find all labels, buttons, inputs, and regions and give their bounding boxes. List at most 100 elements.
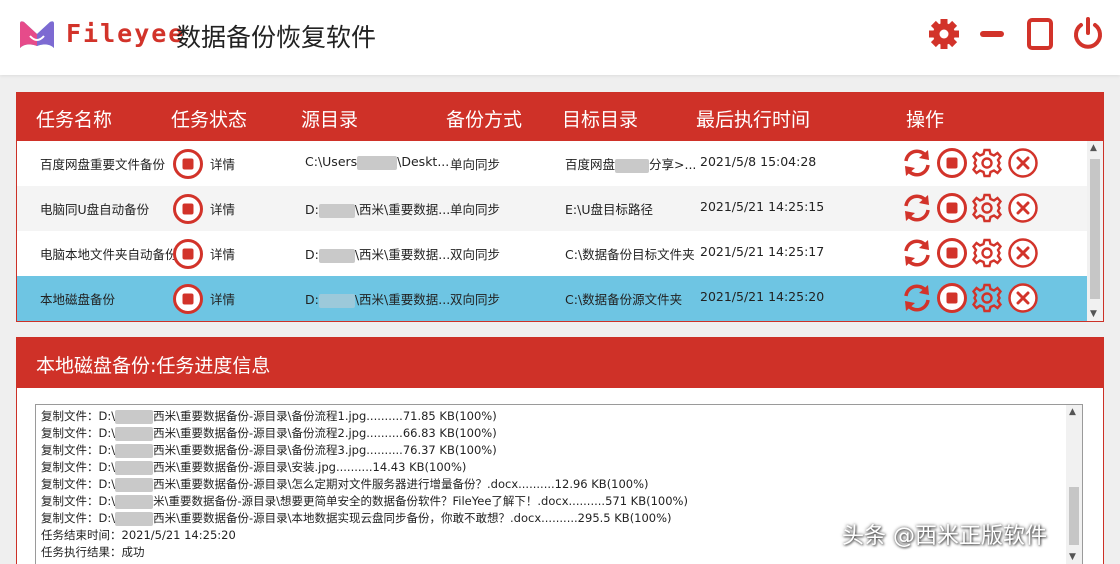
backup-mode: 双向同步 — [450, 247, 501, 262]
redacted-blur — [115, 409, 154, 424]
log-line-text: 西米\重要数据备份-源目录\怎么定期对文件服务器进行增量备份？.docx....… — [153, 477, 649, 491]
maximize-icon[interactable] — [1022, 16, 1058, 52]
log-line: 复制文件：D:\ 西米\重要数据备份-源目录\备份流程3.jpg.........… — [41, 442, 497, 458]
col-header-mode: 备份方式 — [446, 109, 523, 131]
status-detail-link[interactable]: 详情 — [210, 244, 235, 263]
last-run-time: 2021/5/8 15:04:28 — [700, 154, 817, 169]
last-run-time: 2021/5/21 14:25:15 — [700, 199, 825, 214]
watermark: 头条 @西米正版软件 — [842, 524, 1047, 549]
log-line: 复制文件：D:\ 西米\重要数据备份-源目录\备份流程1.jpg.........… — [41, 408, 497, 424]
log-line-text: 西米\重要数据备份-源目录\备份流程3.jpg..........76.37 K… — [153, 443, 497, 457]
log-line: 复制文件：D:\ 西米\重要数据备份-源目录\本地数据实现云盘同步备份，你敢不敢想… — [41, 510, 672, 526]
log-scrollbar[interactable]: ▲ ▼ — [1066, 405, 1082, 564]
power-icon[interactable] — [1070, 16, 1106, 52]
sync-icon[interactable] — [901, 237, 933, 269]
scroll-thumb[interactable] — [1069, 487, 1079, 545]
col-header-status: 任务状态 — [171, 109, 248, 131]
delete-icon[interactable] — [1007, 147, 1039, 179]
table-header: 任务名称 任务状态 源目录 备份方式 目标目录 最后执行时间 操作 — [17, 93, 1103, 141]
status-detail-link[interactable]: 详情 — [210, 199, 235, 218]
backup-mode: 单向同步 — [450, 157, 501, 172]
scroll-thumb[interactable] — [1090, 159, 1100, 299]
scroll-up-arrow-icon[interactable]: ▲ — [1090, 143, 1097, 153]
minimize-icon[interactable] — [974, 16, 1010, 52]
stop-status-icon[interactable] — [172, 193, 204, 225]
delete-icon[interactable] — [1007, 282, 1039, 314]
table-row[interactable]: 电脑本地文件夹自动备份 详情 D: \西米\重要数据... 双向同步 C:\数据备… — [17, 231, 1087, 276]
scroll-up-arrow-icon[interactable]: ▲ — [1069, 407, 1076, 417]
log-line: 复制文件：D:\ 西米\重要数据备份-源目录\怎么定期对文件服务器进行增量备份？.… — [41, 476, 649, 492]
sync-icon[interactable] — [901, 192, 933, 224]
stop-icon[interactable] — [936, 237, 968, 269]
task-name: 本地磁盘备份 — [40, 292, 116, 307]
table-row[interactable]: 电脑同U盘自动备份 详情 D: \西米\重要数据... 单向同步 E:\U盘目标路… — [17, 186, 1087, 231]
backup-mode: 双向同步 — [450, 292, 501, 307]
redacted-blur — [115, 477, 154, 492]
redacted-blur — [115, 443, 154, 458]
title-bar: Fileyee 数据备份恢复软件 — [0, 0, 1120, 75]
progress-title: 本地磁盘备份:任务进度信息 — [36, 355, 271, 377]
last-run-time: 2021/5/21 14:25:20 — [700, 289, 825, 304]
stop-status-icon[interactable] — [172, 238, 204, 270]
settings-icon[interactable] — [971, 237, 1003, 269]
log-line-prefix: 复制文件：D:\ — [41, 460, 116, 474]
source-dir-part: C:\Users — [305, 154, 358, 169]
redacted-blur — [115, 494, 154, 509]
stop-status-icon[interactable] — [172, 283, 204, 315]
progress-header: 本地磁盘备份:任务进度信息 — [17, 338, 1103, 388]
settings-icon[interactable] — [971, 282, 1003, 314]
log-line-prefix: 复制文件：D:\ — [41, 409, 116, 423]
settings-icon[interactable] — [971, 192, 1003, 224]
task-table: 任务名称 任务状态 源目录 备份方式 目标目录 最后执行时间 操作 百度网盘重要… — [16, 92, 1104, 322]
target-dir: C:\数据备份目标文件夹 — [565, 247, 695, 262]
redacted-blur — [115, 511, 154, 526]
table-scrollbar[interactable]: ▲ ▼ — [1087, 141, 1103, 321]
target-dir-part: 分享>... — [649, 157, 697, 172]
source-dir-part: \西米\重要数据... — [354, 292, 451, 307]
table-row-selected[interactable]: 本地磁盘备份 详情 D: \西米\重要数据... 双向同步 C:\数据备份源文件夹… — [17, 276, 1087, 321]
gear-icon[interactable] — [926, 16, 962, 52]
delete-icon[interactable] — [1007, 237, 1039, 269]
status-detail-link[interactable]: 详情 — [210, 154, 235, 173]
log-line-result: 任务执行结果：成功 — [41, 545, 145, 559]
source-dir-part: \西米\重要数据... — [354, 202, 451, 217]
stop-status-icon[interactable] — [172, 148, 204, 180]
log-line-prefix: 复制文件：D:\ — [41, 443, 116, 457]
delete-icon[interactable] — [1007, 192, 1039, 224]
scroll-down-arrow-icon[interactable]: ▼ — [1090, 309, 1097, 319]
log-line-text: 米\重要数据备份-源目录\想要更简单安全的数据备份软件？FileYee了解下！.… — [153, 494, 688, 508]
stop-icon[interactable] — [936, 192, 968, 224]
log-line-text: 西米\重要数据备份-源目录\安装.jpg..........14.43 KB(1… — [153, 460, 467, 474]
log-line-prefix: 复制文件：D:\ — [41, 477, 116, 491]
task-name: 百度网盘重要文件备份 — [40, 157, 166, 172]
sync-icon[interactable] — [901, 147, 933, 179]
log-line-end-time: 任务结束时间：2021/5/21 14:25:20 — [41, 528, 236, 542]
sync-icon[interactable] — [901, 282, 933, 314]
fileyee-logo-icon — [20, 21, 54, 48]
settings-icon[interactable] — [971, 147, 1003, 179]
log-line-text: 西米\重要数据备份-源目录\备份流程2.jpg..........66.83 K… — [153, 426, 497, 440]
col-header-name: 任务名称 — [36, 109, 113, 131]
backup-mode: 单向同步 — [450, 202, 501, 217]
task-name: 电脑同U盘自动备份 — [40, 202, 150, 217]
scroll-down-arrow-icon[interactable]: ▼ — [1069, 552, 1076, 562]
source-dir-part: \Deskt... — [397, 154, 450, 169]
col-header-last-run: 最后执行时间 — [696, 109, 811, 131]
redacted-blur — [318, 203, 355, 218]
redacted-blur — [357, 155, 398, 170]
last-run-time: 2021/5/21 14:25:17 — [700, 244, 825, 259]
table-row[interactable]: 百度网盘重要文件备份 详情 C:\Users \Deskt... 单向同步 百度网… — [17, 141, 1087, 186]
stop-icon[interactable] — [936, 282, 968, 314]
target-dir-part: 百度网盘 — [565, 157, 616, 172]
redacted-blur — [318, 293, 355, 308]
source-dir-part: D: — [305, 292, 319, 307]
redacted-blur — [615, 158, 650, 173]
status-detail-link[interactable]: 详情 — [210, 289, 235, 308]
target-dir: E:\U盘目标路径 — [565, 202, 653, 217]
log-line: 复制文件：D:\ 西米\重要数据备份-源目录\备份流程2.jpg.........… — [41, 425, 497, 441]
col-header-target: 目标目录 — [562, 109, 639, 131]
log-line: 复制文件：D:\ 西米\重要数据备份-源目录\安装.jpg..........14… — [41, 459, 466, 475]
redacted-blur — [115, 426, 154, 441]
log-line-text: 西米\重要数据备份-源目录\备份流程1.jpg..........71.85 K… — [153, 409, 497, 423]
stop-icon[interactable] — [936, 147, 968, 179]
